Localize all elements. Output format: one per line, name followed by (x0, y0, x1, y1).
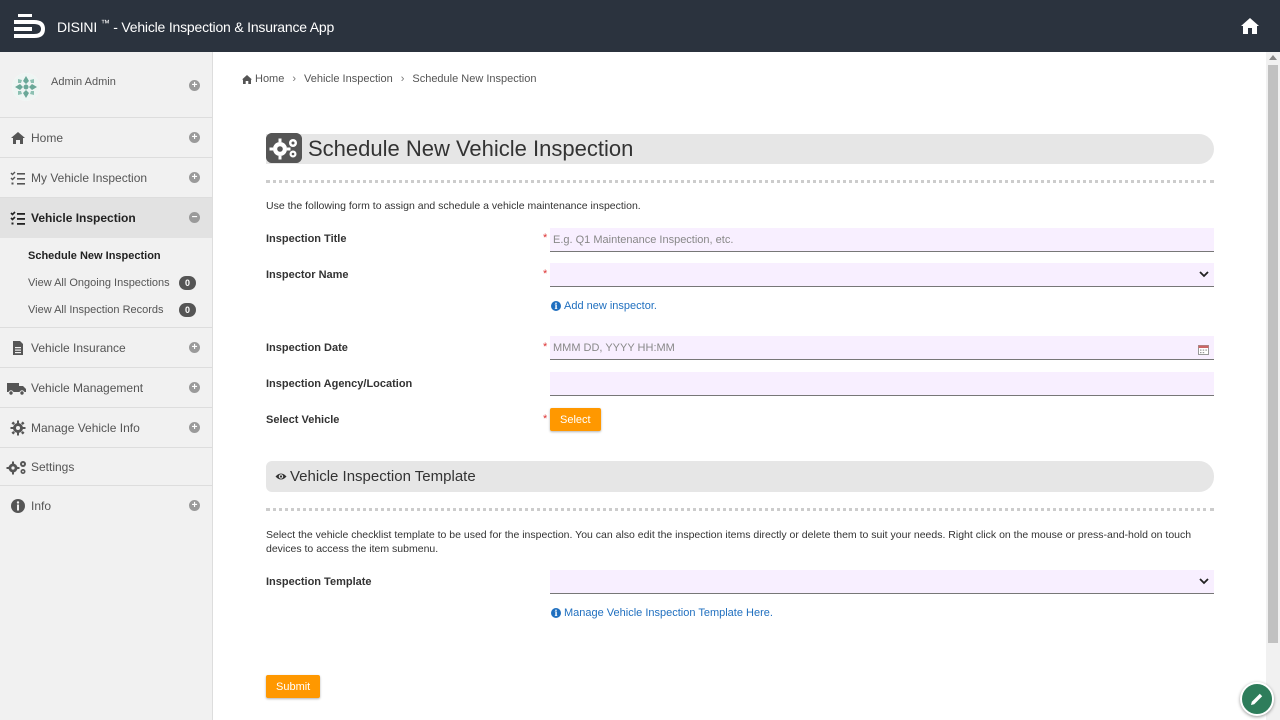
add-new-inspector-text: Add new inspector. (564, 300, 657, 312)
sidebar-item-label: Vehicle Insurance (31, 340, 126, 355)
sidebar-item-manage-vehicle-info[interactable]: Manage Vehicle Info + (0, 408, 212, 448)
sidebar-item-vehicle-inspection[interactable]: Vehicle Inspection − (0, 198, 212, 238)
list-check-icon (10, 171, 25, 185)
select-vehicle-label: Select Vehicle (266, 414, 340, 426)
required-marker: * (543, 268, 548, 280)
sidebar-subitem-label: View All Inspection Records (28, 303, 164, 316)
sidebar-subitem-label: View All Ongoing Inspections (28, 276, 170, 289)
home-icon (242, 74, 252, 84)
inspection-template-label: Inspection Template (266, 576, 372, 588)
avatar (12, 73, 40, 101)
submenu-vehicle-inspection: Schedule New Inspection View All Ongoing… (0, 238, 212, 328)
manage-template-link[interactable]: i Manage Vehicle Inspection Template Her… (551, 607, 773, 619)
home-icon[interactable] (1240, 17, 1260, 35)
main-content: Home › Vehicle Inspection › Schedule New… (214, 52, 1266, 720)
required-marker: * (543, 232, 548, 244)
expand-plus-icon[interactable]: + (189, 80, 200, 91)
count-badge: 0 (179, 275, 196, 290)
user-panel[interactable]: Admin Admin + (0, 52, 212, 118)
home-icon (11, 131, 25, 144)
sidebar-item-settings[interactable]: Settings (0, 448, 212, 486)
expand-plus-icon[interactable]: + (189, 172, 200, 183)
sidebar-item-vehicle-management[interactable]: Vehicle Management + (0, 368, 212, 408)
sidebar-item-info[interactable]: Info + (0, 486, 212, 526)
app-logo-icon (14, 14, 45, 38)
sidebar-item-label: Vehicle Management (31, 380, 144, 395)
gears-icon (266, 133, 302, 163)
page-title-header: Schedule New Vehicle Inspection (266, 133, 1214, 164)
list-check-icon (10, 211, 25, 225)
sidebar-item-label: Settings (31, 459, 75, 474)
manage-template-text: Manage Vehicle Inspection Template Here. (564, 607, 773, 619)
expand-plus-icon[interactable]: + (189, 500, 200, 511)
expand-plus-icon[interactable]: + (189, 342, 200, 353)
inspection-title-input[interactable] (550, 228, 1214, 252)
template-section-title: Vehicle Inspection Template (290, 468, 476, 485)
chevron-down-icon (1199, 578, 1209, 585)
user-name: Admin Admin (51, 76, 116, 88)
chevron-right-icon: › (400, 73, 405, 85)
chevron-down-icon (1199, 271, 1209, 278)
app-title: DISINI ™ - Vehicle Inspection & Insuranc… (57, 18, 335, 35)
sidebar-subitem-inspection-records[interactable]: View All Inspection Records 0 (0, 296, 212, 323)
eye-icon (275, 473, 287, 480)
top-bar: DISINI ™ - Vehicle Inspection & Insuranc… (0, 0, 1280, 52)
gear-icon (10, 420, 26, 435)
inspection-date-wrapper (214, 336, 1266, 360)
chevron-right-icon: › (292, 73, 297, 85)
scrollbar[interactable] (1266, 52, 1280, 720)
inspector-name-select[interactable] (550, 263, 1214, 287)
sidebar-item-label: Info (31, 499, 52, 513)
page-title: Schedule New Vehicle Inspection (308, 136, 634, 161)
pencil-icon (1251, 693, 1263, 705)
count-badge: 0 (179, 302, 196, 317)
template-section-header: Vehicle Inspection Template (266, 461, 1214, 492)
required-marker: * (543, 413, 548, 425)
add-new-inspector-link[interactable]: i Add new inspector. (551, 300, 657, 312)
template-description: Select the vehicle checklist template to… (266, 529, 1192, 555)
inspection-agency-label: Inspection Agency/Location (266, 378, 413, 390)
breadcrumb: Home › Vehicle Inspection › Schedule New… (242, 73, 537, 85)
sidebar: Admin Admin + Home + My Vehicle Inspecti… (0, 52, 213, 720)
divider (266, 180, 1214, 183)
sidebar-subitem-ongoing-inspections[interactable]: View All Ongoing Inspections 0 (0, 269, 212, 296)
form-description: Use the following form to assign and sch… (266, 200, 641, 212)
breadcrumb-current: Schedule New Inspection (412, 73, 537, 85)
expand-plus-icon[interactable]: + (189, 422, 200, 433)
inspection-title-label: Inspection Title (266, 233, 347, 245)
breadcrumb-home[interactable]: Home (255, 73, 284, 85)
info-icon: i (551, 608, 561, 618)
breadcrumb-vehicle-inspection[interactable]: Vehicle Inspection (304, 73, 393, 85)
info-icon: i (551, 301, 561, 311)
sidebar-subitem-label: Schedule New Inspection (28, 249, 161, 262)
gears-icon (6, 460, 26, 474)
divider (266, 508, 1214, 511)
collapse-minus-icon[interactable]: − (189, 212, 200, 223)
scroll-up-arrow-icon[interactable] (1269, 55, 1277, 60)
inspector-name-label: Inspector Name (266, 269, 349, 281)
sidebar-item-label: Vehicle Inspection (31, 211, 136, 225)
calendar-icon[interactable] (1198, 345, 1209, 355)
edit-fab-button[interactable] (1240, 682, 1274, 716)
expand-plus-icon[interactable]: + (189, 382, 200, 393)
info-icon (11, 499, 25, 513)
inspection-date-input[interactable] (550, 336, 1214, 360)
inspection-template-select[interactable] (550, 570, 1214, 594)
sidebar-item-label: Manage Vehicle Info (31, 420, 140, 435)
expand-plus-icon[interactable]: + (189, 132, 200, 143)
document-icon (13, 340, 23, 355)
scrollbar-thumb[interactable] (1268, 65, 1278, 643)
sidebar-item-vehicle-insurance[interactable]: Vehicle Insurance + (0, 328, 212, 368)
sidebar-item-home[interactable]: Home + (0, 118, 212, 158)
sidebar-item-my-vehicle-inspection[interactable]: My Vehicle Inspection + (0, 158, 212, 198)
inspection-agency-input[interactable] (550, 372, 1214, 396)
sidebar-item-label: Home (31, 130, 64, 145)
truck-icon (7, 382, 26, 396)
sidebar-subitem-schedule-new-inspection[interactable]: Schedule New Inspection (0, 242, 212, 269)
sidebar-item-label: My Vehicle Inspection (31, 170, 148, 185)
select-vehicle-button[interactable]: Select (550, 408, 601, 431)
submit-button[interactable]: Submit (266, 675, 321, 698)
